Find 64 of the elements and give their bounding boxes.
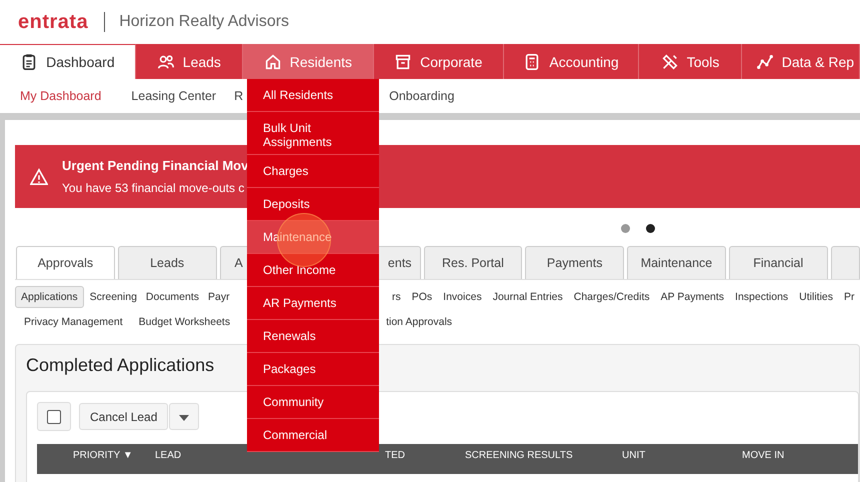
checkbox[interactable] — [47, 410, 61, 424]
company-name: Horizon Realty Advisors — [119, 13, 290, 31]
menu-item[interactable]: All Residents — [247, 79, 379, 112]
nav-tab[interactable]: Dashboard — [0, 44, 136, 79]
menu-item[interactable]: Charges — [247, 155, 379, 188]
nav-tab[interactable]: Accounting — [504, 44, 640, 79]
column-header[interactable]: UNIT — [622, 450, 742, 461]
warning-icon — [30, 168, 48, 186]
nav-tab[interactable]: Residents — [242, 44, 374, 79]
menu-item[interactable]: Renewals — [247, 320, 379, 353]
column-header[interactable]: MOVE IN — [742, 450, 784, 461]
column-header[interactable]: PRIORITY ▼ — [73, 450, 155, 461]
subtab-link[interactable]: Utilities — [796, 287, 836, 307]
nav-icon — [264, 52, 282, 70]
tab[interactable]: Res. Portal — [424, 246, 522, 279]
caret-icon — [179, 414, 190, 420]
nav-icon — [756, 52, 774, 70]
subnav-link[interactable]: R — [232, 89, 246, 103]
tab[interactable]: Approvals — [16, 246, 115, 279]
menu-item[interactable]: Commercial — [247, 419, 379, 452]
tab[interactable]: Financial — [728, 246, 828, 279]
column-header[interactable]: LEAD — [155, 450, 385, 461]
nav-icon — [156, 52, 175, 70]
tab[interactable]: Leads — [118, 246, 217, 279]
subtab-link[interactable]: Charges/Credits — [570, 287, 653, 307]
subtab-link[interactable]: POs — [408, 287, 436, 307]
subtab-link[interactable]: AP Payments — [658, 287, 728, 307]
alert-message: You have 53 financial move-outs c — [62, 181, 246, 195]
subtab-link[interactable]: Budget Worksheets — [136, 312, 234, 332]
subtab-link[interactable]: Invoices — [440, 287, 485, 307]
tab[interactable]: Maintenance — [627, 246, 726, 279]
menu-item[interactable]: AR Payments — [247, 287, 379, 320]
subtab-link[interactable]: rs — [389, 287, 404, 307]
subtab-link[interactable]: Payr — [205, 287, 233, 307]
menu-item[interactable]: Packages — [247, 353, 379, 386]
panel-title: Completed Applications — [26, 355, 214, 376]
subtab-link[interactable]: Screening — [86, 287, 140, 307]
carousel-dot[interactable] — [621, 224, 630, 233]
column-header[interactable]: TED — [385, 450, 465, 461]
subtab-link[interactable]: Pr — [841, 287, 858, 307]
subtab-link[interactable]: Privacy Management — [21, 312, 126, 332]
menu-item[interactable]: Bulk Unit Assignments — [247, 112, 379, 155]
subtab-link[interactable]: Applications — [15, 286, 84, 308]
subnav-link[interactable]: My Dashboard — [20, 89, 102, 103]
subtab-link[interactable]: tion Approvals — [383, 312, 456, 332]
column-header[interactable]: SCREENING RESULTS — [465, 450, 622, 461]
dropdown-button[interactable] — [169, 403, 200, 430]
nav-tab[interactable]: Tools — [639, 44, 742, 79]
subtab-link[interactable]: Journal Entries — [490, 287, 566, 307]
nav-tab[interactable]: Data & Rep — [742, 44, 860, 79]
nav-tab[interactable]: Corporate — [374, 44, 504, 79]
nav-icon — [394, 52, 412, 70]
subtab-link[interactable]: Inspections — [732, 287, 792, 307]
logo[interactable]: entrata — [18, 10, 88, 34]
menu-item[interactable]: Other Income — [247, 254, 379, 287]
alert-title: Urgent Pending Financial Mov — [62, 158, 248, 173]
subnav-link[interactable]: Onboarding — [389, 89, 454, 103]
tab[interactable]: Payments — [525, 246, 624, 279]
menu-item[interactable]: Community — [247, 386, 379, 419]
carousel-dot[interactable] — [646, 224, 655, 233]
subnav-link[interactable]: Leasing Center — [131, 89, 216, 103]
subtab-link[interactable]: Documents — [142, 287, 202, 307]
cancel-lead-button[interactable]: Cancel Lead — [79, 403, 168, 430]
nav-icon — [660, 52, 679, 70]
